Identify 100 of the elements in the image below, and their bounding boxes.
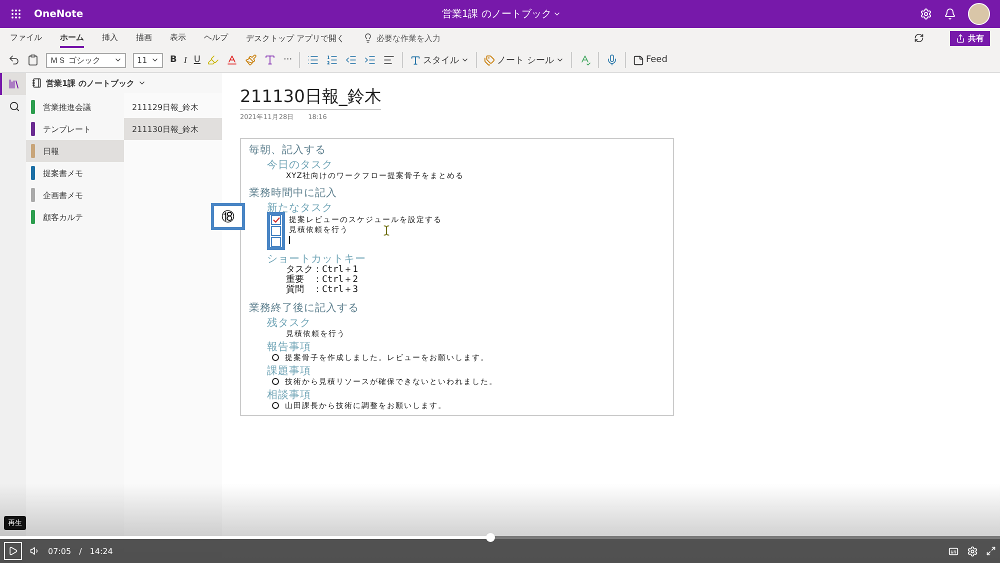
section-item[interactable]: 営業推進会議 [26,96,124,118]
subheading: 課題事項 [267,366,312,377]
styles-button[interactable]: スタイル [410,54,470,66]
size-dropdown[interactable]: 11 [133,52,163,68]
section-label: 提案書メモ [43,168,83,178]
bullet-icon [272,354,279,361]
subheading: 新たなタスク [267,203,334,214]
microphone-icon[interactable] [606,54,618,66]
tags-button[interactable]: ノート シール [484,54,564,66]
time-separator: / [79,546,82,556]
menu-tab[interactable]: 描画 [136,28,152,48]
notebook-title[interactable]: 営業1課 のノートブック [442,7,552,21]
subheading: ショートカットキー [267,254,367,265]
subheading: 相談事項 [267,390,312,401]
sync-icon[interactable] [914,33,924,43]
page-title: 211130日報_鈴木 [240,81,382,110]
share-button[interactable]: 共有 [950,30,990,46]
indent-icon[interactable] [364,54,376,66]
menu-tab[interactable]: 表示 [170,28,186,48]
font-color-icon[interactable] [226,54,238,66]
chevron-icon[interactable] [151,56,159,64]
checkmark-icon [272,217,280,223]
checkbox[interactable] [271,226,281,236]
heading: 毎朝、記入する [249,145,327,156]
section-label: 顧客カルテ [43,212,83,222]
page-item[interactable]: 211130日報_鈴木 [124,118,222,140]
text-caret [289,236,290,244]
font-size-value: 11 [137,56,148,64]
shortcut-text: 質問 ：Ctrl＋3 [286,285,360,295]
checkbox[interactable] [271,237,281,247]
settings-icon[interactable] [967,546,978,556]
outdent-icon[interactable] [345,54,358,66]
section-item[interactable]: 顧客カルテ [26,206,124,228]
notebook-icon[interactable] [32,78,42,88]
callout-label: ⑱ [211,203,245,230]
open-desktop-link[interactable]: デスクトップ アプリで開く [246,32,345,44]
volume-icon[interactable] [30,546,40,556]
section-label: 営業推進会議 [43,102,91,112]
font-dropdown[interactable]: ＭＳ ゴシック [46,52,126,68]
bullet-icon [272,402,279,409]
checkbox[interactable] [271,215,281,225]
paintbrush-icon[interactable] [245,54,258,66]
align-icon[interactable] [383,54,396,66]
shortcut-text: タスク：Ctrl＋1 [286,265,360,275]
heading: 業務時間中に記入 [249,188,338,199]
chevron-icon[interactable] [461,56,470,64]
text-effects-icon[interactable] [264,54,276,66]
chevron-icon[interactable] [553,10,562,18]
captions-icon[interactable] [948,546,959,556]
app-name: OneNote [34,8,84,20]
section-label: テンプレート [43,124,91,134]
app-launcher-icon[interactable] [10,8,22,20]
section-label: 日報 [43,146,59,156]
bold-button[interactable]: B [170,55,177,65]
duration: 14:24 [90,546,113,556]
chevron-icon[interactable] [138,79,146,87]
search-icon[interactable] [8,100,20,112]
bullet-icon [272,378,279,385]
menu-tab[interactable]: ファイル [10,28,42,48]
menu-tab[interactable]: ヘルプ [204,28,228,48]
subheading: 今日のタスク [267,160,334,171]
lightbulb-icon [362,33,373,43]
underline-button[interactable]: U [194,55,200,65]
menu-tab[interactable]: 挿入 [102,28,118,48]
more-button[interactable]: ··· [283,55,292,65]
bell-icon[interactable] [944,8,956,20]
books-icon[interactable] [8,78,20,90]
subheading: 残タスク [267,318,312,329]
chevron-icon[interactable] [114,56,122,64]
progress-thumb[interactable] [486,533,495,542]
current-time: 07:05 [48,546,72,556]
section-item[interactable]: 日報 [26,140,124,162]
avatar[interactable] [968,3,990,25]
italic-button[interactable]: I [184,55,187,65]
text-cursor-icon [381,225,392,236]
section-item[interactable]: 企画書メモ [26,184,124,206]
note-icon[interactable] [632,54,644,66]
section-item[interactable]: 提案書メモ [26,162,124,184]
tell-me-field[interactable]: 必要な作業を入力 [376,32,441,44]
shortcut-text: 重要 ：Ctrl＋2 [286,275,360,285]
subheading: 報告事項 [267,342,312,353]
section-item[interactable]: テンプレート [26,118,124,140]
heading: 業務終了後に記入する [249,303,360,314]
page-item[interactable]: 211129日報_鈴木 [124,96,222,118]
spellcheck-icon[interactable] [578,54,591,66]
tag-icon[interactable] [484,54,496,66]
fullscreen-icon[interactable] [986,546,996,556]
font-name: ＭＳ ゴシック [50,54,101,66]
play-button[interactable] [4,542,22,560]
feed-button[interactable]: Feed [632,54,668,66]
clipboard-icon[interactable] [27,54,39,66]
numbering-icon[interactable] [326,54,338,66]
settings-icon[interactable] [920,8,932,20]
chevron-icon[interactable] [556,56,564,64]
undo-icon[interactable] [8,54,20,66]
notebooks-button[interactable] [0,73,26,95]
play-icon[interactable] [8,546,18,556]
notebook-selector[interactable]: 営業1課 のノートブック [26,73,222,93]
styles-icon[interactable] [410,54,422,66]
share-icon[interactable] [956,34,965,42]
